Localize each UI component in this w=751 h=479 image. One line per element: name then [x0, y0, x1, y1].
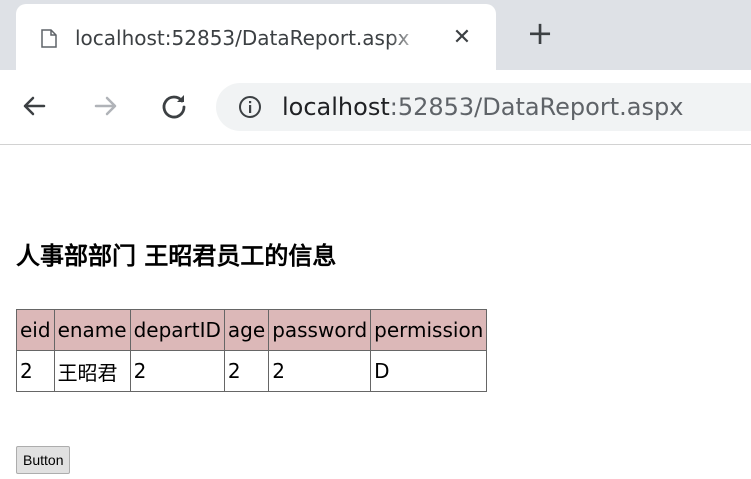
column-header: permission — [370, 309, 488, 351]
submit-button[interactable]: Button — [16, 446, 71, 474]
address-bar[interactable]: localhost:52853/DataReport.aspx — [216, 83, 751, 131]
tab-strip: localhost:52853/DataReport.aspx ✕ + — [0, 0, 751, 70]
table-cell: 2 — [223, 350, 270, 392]
reload-icon[interactable] — [158, 90, 190, 122]
column-header: eid — [16, 309, 55, 351]
data-table: eid ename departID age password permissi… — [16, 309, 488, 392]
tab-title: localhost:52853/DataReport.aspx — [75, 26, 410, 50]
forward-icon[interactable] — [90, 90, 122, 122]
table-row: 2 王昭君 2 2 2 D — [16, 350, 488, 392]
column-header: age — [223, 309, 270, 351]
column-header: departID — [129, 309, 225, 351]
column-header: ename — [53, 309, 131, 351]
table-cell: 2 — [16, 350, 55, 392]
info-icon[interactable] — [238, 95, 262, 119]
table-cell: D — [370, 350, 488, 392]
browser-toolbar: localhost:52853/DataReport.aspx — [0, 70, 751, 145]
close-icon[interactable]: ✕ — [450, 26, 474, 50]
table-cell: 2 — [129, 350, 225, 392]
page-title: 人事部部门 王昭君员工的信息 — [16, 242, 337, 270]
url-path: :52853/DataReport.aspx — [389, 93, 684, 121]
url-text: localhost:52853/DataReport.aspx — [282, 91, 683, 123]
table-cell: 2 — [268, 350, 372, 392]
column-header: password — [268, 309, 372, 351]
browser-tab[interactable]: localhost:52853/DataReport.aspx ✕ — [16, 4, 496, 70]
url-host: localhost — [282, 93, 390, 121]
back-icon[interactable] — [18, 90, 50, 122]
new-tab-icon[interactable]: + — [525, 17, 555, 49]
table-cell: 王昭君 — [53, 350, 131, 392]
table-header-row: eid ename departID age password permissi… — [16, 309, 488, 351]
page-icon — [41, 29, 57, 48]
